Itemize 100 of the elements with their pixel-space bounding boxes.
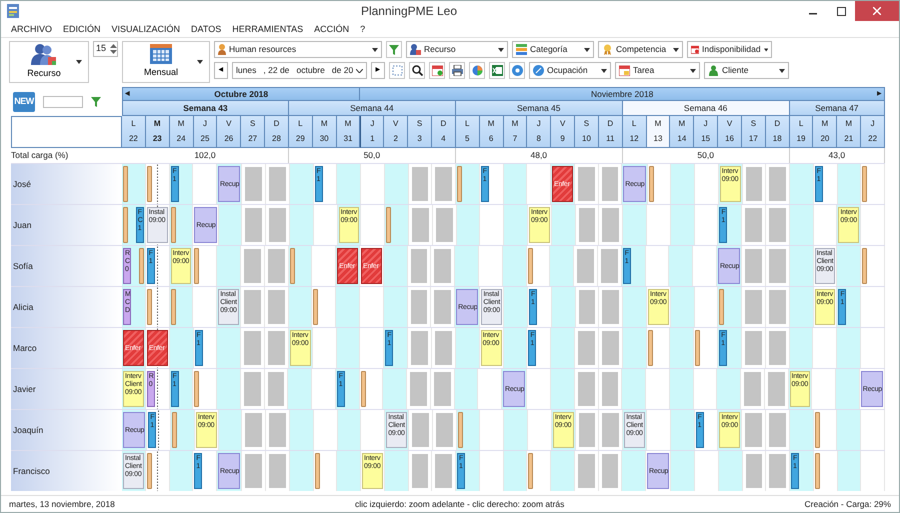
day-cell[interactable] — [671, 451, 695, 491]
day-cell[interactable] — [266, 205, 290, 245]
day-cell[interactable] — [383, 369, 407, 409]
day-cell[interactable] — [551, 369, 575, 409]
print-button[interactable] — [449, 62, 465, 79]
day-cell[interactable] — [241, 328, 266, 368]
marker-bar[interactable] — [123, 166, 128, 202]
day-cell[interactable] — [290, 164, 314, 204]
pie-chart-button[interactable] — [469, 62, 485, 79]
day-cell[interactable] — [790, 205, 814, 245]
help-button[interactable] — [509, 62, 525, 79]
marker-bar[interactable] — [719, 289, 724, 325]
search-field[interactable] — [43, 96, 83, 108]
day-cell[interactable] — [217, 369, 241, 409]
day-cell[interactable] — [288, 246, 312, 286]
day-cell[interactable] — [766, 451, 790, 491]
day-cell[interactable] — [599, 410, 624, 450]
day-header[interactable]: J 25 — [194, 116, 218, 148]
day-cell[interactable] — [670, 369, 694, 409]
day-cell[interactable] — [456, 205, 480, 245]
day-cell[interactable] — [814, 451, 838, 491]
day-cell[interactable] — [622, 328, 647, 368]
day-header[interactable]: D 4 — [432, 116, 456, 148]
day-cell[interactable] — [431, 246, 456, 286]
day-cell[interactable] — [669, 246, 694, 286]
resource-group-dropdown[interactable]: Human resources — [214, 41, 382, 58]
marker-bar[interactable] — [814, 453, 820, 489]
marker-bar[interactable] — [170, 207, 176, 243]
filter-dropdown[interactable]: Cliente — [704, 62, 789, 79]
day-cell[interactable] — [337, 164, 361, 204]
day-cell[interactable] — [384, 451, 408, 491]
day-cell[interactable] — [242, 451, 266, 491]
period-button[interactable]: Mensual — [122, 41, 210, 83]
day-cell[interactable] — [170, 205, 194, 245]
day-cell[interactable] — [766, 164, 790, 204]
day-header[interactable]: J 15 — [694, 116, 718, 148]
marker-bar[interactable] — [648, 330, 653, 366]
filter-dropdown[interactable]: Competencia — [598, 41, 683, 58]
marker-bar[interactable] — [814, 412, 820, 448]
day-header[interactable]: M 13 — [646, 116, 670, 148]
day-cell[interactable] — [766, 246, 790, 286]
day-header[interactable]: M 30 — [312, 116, 337, 148]
day-cell[interactable] — [242, 410, 266, 450]
day-cell[interactable] — [218, 205, 242, 245]
day-cell[interactable] — [407, 369, 431, 409]
day-cell[interactable] — [170, 287, 194, 327]
day-cell[interactable] — [552, 287, 576, 327]
day-cell[interactable] — [838, 451, 862, 491]
marker-bar[interactable] — [695, 330, 700, 366]
day-cell[interactable] — [146, 451, 170, 491]
day-cell[interactable] — [455, 246, 479, 286]
day-header[interactable]: L 22 — [122, 116, 146, 148]
day-cell[interactable] — [838, 164, 862, 204]
marker-bar[interactable] — [648, 166, 654, 202]
day-header[interactable]: V 26 — [217, 116, 242, 148]
day-cell[interactable] — [456, 410, 480, 450]
day-cell[interactable] — [837, 410, 862, 450]
day-cell[interactable] — [623, 287, 648, 327]
day-cell[interactable] — [456, 328, 480, 368]
week-header[interactable]: Semana 46 — [622, 101, 790, 116]
day-cell[interactable] — [122, 164, 146, 204]
marker-bar[interactable] — [290, 248, 295, 284]
day-cell[interactable] — [504, 164, 528, 204]
day-cell[interactable] — [409, 205, 433, 245]
day-cell[interactable] — [504, 451, 528, 491]
day-header[interactable]: S 3 — [408, 116, 432, 148]
marker-bar[interactable] — [123, 207, 128, 243]
day-cell[interactable] — [670, 205, 695, 245]
day-cell[interactable] — [742, 205, 766, 245]
day-cell[interactable] — [575, 328, 599, 368]
marker-bar[interactable] — [314, 453, 320, 489]
day-cell[interactable] — [432, 451, 456, 491]
day-header[interactable]: M 20 — [813, 116, 838, 148]
day-cell[interactable] — [290, 410, 314, 450]
marker-bar[interactable] — [458, 412, 463, 448]
week-header[interactable]: Semana 43 — [122, 101, 289, 116]
filter-dropdown[interactable]: Indisponibilidad — [687, 41, 772, 58]
calendar-button[interactable] — [429, 62, 445, 79]
day-cell[interactable] — [599, 287, 624, 327]
marker-bar[interactable] — [194, 248, 200, 284]
day-cell[interactable] — [622, 451, 646, 491]
day-cell[interactable] — [337, 451, 361, 491]
menu-item[interactable]: EDICIÓN — [63, 23, 101, 37]
day-header[interactable]: M 24 — [170, 116, 194, 148]
day-cell[interactable] — [456, 164, 480, 204]
day-cell[interactable] — [266, 451, 290, 491]
filter-dropdown[interactable]: Categoría — [512, 41, 594, 58]
day-header[interactable]: M 7 — [504, 116, 528, 148]
day-cell[interactable] — [218, 410, 242, 450]
day-header[interactable]: L 5 — [456, 116, 480, 148]
day-cell[interactable] — [837, 328, 862, 368]
day-cell[interactable] — [338, 410, 362, 450]
marker-bar[interactable] — [862, 166, 868, 202]
day-cell[interactable] — [242, 205, 266, 245]
day-cell[interactable] — [552, 205, 576, 245]
marker-bar[interactable] — [170, 289, 176, 325]
day-cell[interactable] — [790, 287, 814, 327]
day-header[interactable]: J 1 — [360, 116, 384, 148]
number-spinner[interactable]: 15 — [93, 41, 118, 57]
day-cell[interactable] — [790, 164, 814, 204]
